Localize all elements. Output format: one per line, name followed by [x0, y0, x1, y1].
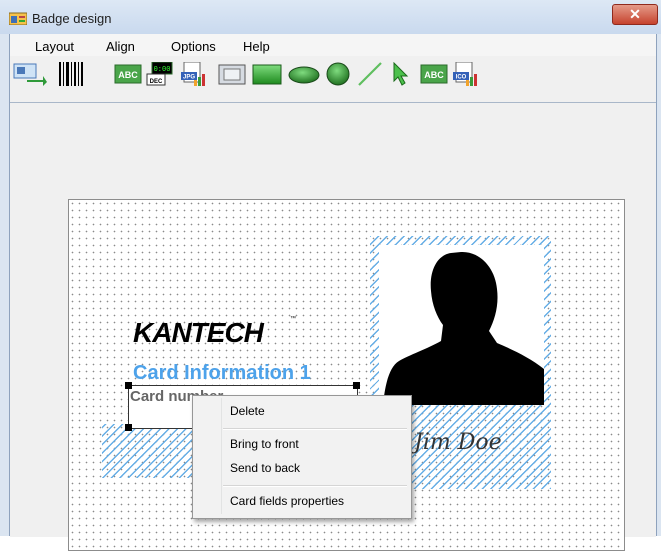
jpg-image-icon[interactable]: JPG	[180, 62, 206, 86]
resize-handle-top-left[interactable]	[125, 382, 132, 389]
toolbar: ABC 0:00 DEC JPG ABC ICO	[10, 56, 656, 90]
context-menu-separator	[223, 428, 407, 430]
photo-background	[379, 245, 544, 405]
circle-icon[interactable]	[324, 62, 352, 86]
menu-bar: Layout Align Options Help	[10, 34, 656, 56]
counter-field-icon-digits: 0:00	[154, 66, 171, 74]
hatched-field-left[interactable]	[102, 424, 197, 478]
resize-handle-bottom-left[interactable]	[125, 424, 132, 431]
menu-layout[interactable]: Layout	[35, 39, 74, 54]
line-icon[interactable]	[356, 62, 384, 86]
menu-align[interactable]: Align	[106, 39, 135, 54]
menu-options[interactable]: Options	[171, 39, 216, 54]
kantech-logo[interactable]: KANTECH	[133, 317, 264, 349]
text-label-icon[interactable]: ABC	[420, 62, 448, 86]
close-button[interactable]: ✕	[612, 4, 658, 25]
menu-item-delete[interactable]: Delete	[230, 404, 265, 418]
ellipse-icon[interactable]	[288, 62, 320, 86]
context-menu-gutter	[221, 398, 222, 514]
menu-item-send-to-back[interactable]: Send to back	[230, 461, 300, 475]
context-menu-separator	[223, 485, 407, 487]
jpg-image-icon-label: JPG	[183, 75, 195, 81]
menu-item-bring-to-front[interactable]: Bring to front	[230, 437, 299, 451]
person-silhouette-icon	[383, 251, 544, 405]
frame-icon[interactable]	[218, 62, 246, 86]
text-field-icon-label: ABC	[118, 70, 138, 80]
select-pointer-icon[interactable]	[388, 62, 416, 86]
window-title: Badge design	[32, 11, 112, 26]
barcode-icon[interactable]	[58, 62, 84, 86]
trademark-symbol: ™	[290, 316, 296, 322]
menu-help[interactable]: Help	[243, 39, 270, 54]
counter-field-icon[interactable]: 0:00 DEC	[146, 62, 174, 86]
menu-item-card-fields-properties[interactable]: Card fields properties	[230, 494, 344, 508]
text-field-icon[interactable]: ABC	[114, 62, 142, 86]
counter-field-icon-label: DEC	[150, 79, 163, 85]
close-icon: ✕	[629, 6, 641, 22]
rectangle-icon[interactable]	[252, 62, 282, 86]
ico-image-icon[interactable]: ICO	[452, 62, 478, 86]
text-label-icon-label: ABC	[424, 70, 444, 80]
title-bar[interactable]: Badge design ✕	[0, 0, 661, 34]
import-export-icon[interactable]	[13, 62, 47, 86]
app-icon	[9, 12, 27, 25]
card-information-field[interactable]: Card Information 1	[133, 362, 311, 385]
context-menu: Delete Bring to front Send to back Card …	[192, 395, 412, 519]
ico-image-icon-label: ICO	[456, 75, 467, 81]
signature-image: Jim Doe	[414, 430, 502, 455]
resize-handle-top-right[interactable]	[353, 382, 360, 389]
